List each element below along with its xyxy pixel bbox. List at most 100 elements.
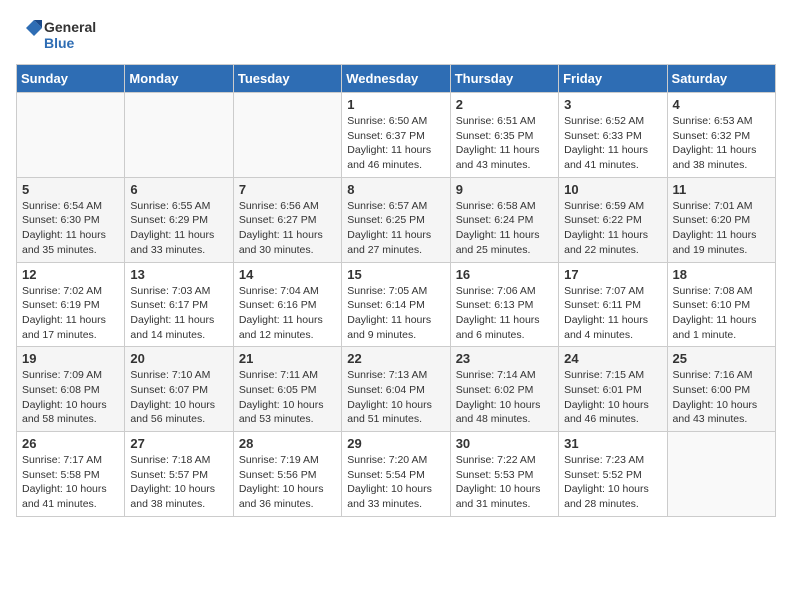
day-info: Sunrise: 7:14 AM Sunset: 6:02 PM Dayligh… <box>456 368 553 427</box>
day-number: 9 <box>456 182 553 197</box>
day-number: 26 <box>22 436 119 451</box>
day-info: Sunrise: 7:19 AM Sunset: 5:56 PM Dayligh… <box>239 453 336 512</box>
day-info: Sunrise: 6:54 AM Sunset: 6:30 PM Dayligh… <box>22 199 119 258</box>
day-info: Sunrise: 6:58 AM Sunset: 6:24 PM Dayligh… <box>456 199 553 258</box>
weekday-header: Wednesday <box>342 65 450 93</box>
calendar-table: SundayMondayTuesdayWednesdayThursdayFrid… <box>16 64 776 517</box>
day-number: 7 <box>239 182 336 197</box>
day-number: 5 <box>22 182 119 197</box>
calendar-cell: 28 Sunrise: 7:19 AM Sunset: 5:56 PM Dayli… <box>233 432 341 517</box>
calendar-cell: 11 Sunrise: 7:01 AM Sunset: 6:20 PM Dayli… <box>667 177 775 262</box>
day-number: 12 <box>22 267 119 282</box>
day-info: Sunrise: 6:55 AM Sunset: 6:29 PM Dayligh… <box>130 199 227 258</box>
calendar-cell <box>17 93 125 178</box>
day-number: 16 <box>456 267 553 282</box>
calendar-cell: 17 Sunrise: 7:07 AM Sunset: 6:11 PM Dayli… <box>559 262 667 347</box>
day-number: 11 <box>673 182 770 197</box>
day-info: Sunrise: 6:57 AM Sunset: 6:25 PM Dayligh… <box>347 199 444 258</box>
calendar-week-row: 19 Sunrise: 7:09 AM Sunset: 6:08 PM Dayli… <box>17 347 776 432</box>
svg-text:General: General <box>44 19 96 35</box>
day-info: Sunrise: 6:53 AM Sunset: 6:32 PM Dayligh… <box>673 114 770 173</box>
calendar-cell: 20 Sunrise: 7:10 AM Sunset: 6:07 PM Dayli… <box>125 347 233 432</box>
day-number: 21 <box>239 351 336 366</box>
day-number: 6 <box>130 182 227 197</box>
calendar-cell: 5 Sunrise: 6:54 AM Sunset: 6:30 PM Daylig… <box>17 177 125 262</box>
svg-text:Blue: Blue <box>44 35 75 51</box>
logo: General Blue <box>16 16 96 56</box>
day-info: Sunrise: 7:22 AM Sunset: 5:53 PM Dayligh… <box>456 453 553 512</box>
calendar-cell: 15Sunrise: 7:05 AM Sunset: 6:14 PM Dayli… <box>342 262 450 347</box>
calendar-body: 1 Sunrise: 6:50 AM Sunset: 6:37 PM Daylig… <box>17 93 776 517</box>
weekday-header: Saturday <box>667 65 775 93</box>
day-number: 22 <box>347 351 444 366</box>
calendar-week-row: 26 Sunrise: 7:17 AM Sunset: 5:58 PM Dayli… <box>17 432 776 517</box>
calendar-cell: 19 Sunrise: 7:09 AM Sunset: 6:08 PM Dayli… <box>17 347 125 432</box>
day-info: Sunrise: 7:11 AM Sunset: 6:05 PM Dayligh… <box>239 368 336 427</box>
calendar-cell <box>125 93 233 178</box>
day-number: 1 <box>347 97 444 112</box>
calendar-cell: 18 Sunrise: 7:08 AM Sunset: 6:10 PM Dayli… <box>667 262 775 347</box>
calendar-cell: 24 Sunrise: 7:15 AM Sunset: 6:01 PM Dayli… <box>559 347 667 432</box>
day-number: 28 <box>239 436 336 451</box>
day-info: Sunrise: 7:10 AM Sunset: 6:07 PM Dayligh… <box>130 368 227 427</box>
calendar-cell: 26 Sunrise: 7:17 AM Sunset: 5:58 PM Dayli… <box>17 432 125 517</box>
day-number: 2 <box>456 97 553 112</box>
calendar-cell: 16 Sunrise: 7:06 AM Sunset: 6:13 PM Dayli… <box>450 262 558 347</box>
day-number: 23 <box>456 351 553 366</box>
calendar-cell: 31Sunrise: 7:23 AM Sunset: 5:52 PM Dayli… <box>559 432 667 517</box>
day-info: Sunrise: 7:01 AM Sunset: 6:20 PM Dayligh… <box>673 199 770 258</box>
calendar-cell: 21 Sunrise: 7:11 AM Sunset: 6:05 PM Dayli… <box>233 347 341 432</box>
logo-svg: General Blue <box>16 16 96 56</box>
weekday-header: Thursday <box>450 65 558 93</box>
day-info: Sunrise: 7:08 AM Sunset: 6:10 PM Dayligh… <box>673 284 770 343</box>
weekday-header: Friday <box>559 65 667 93</box>
day-info: Sunrise: 6:51 AM Sunset: 6:35 PM Dayligh… <box>456 114 553 173</box>
calendar-cell: 6 Sunrise: 6:55 AM Sunset: 6:29 PM Daylig… <box>125 177 233 262</box>
day-info: Sunrise: 6:52 AM Sunset: 6:33 PM Dayligh… <box>564 114 661 173</box>
day-info: Sunrise: 6:50 AM Sunset: 6:37 PM Dayligh… <box>347 114 444 173</box>
day-info: Sunrise: 6:59 AM Sunset: 6:22 PM Dayligh… <box>564 199 661 258</box>
page-header: General Blue <box>16 16 776 56</box>
day-info: Sunrise: 7:13 AM Sunset: 6:04 PM Dayligh… <box>347 368 444 427</box>
day-number: 10 <box>564 182 661 197</box>
day-number: 13 <box>130 267 227 282</box>
day-number: 30 <box>456 436 553 451</box>
day-number: 8 <box>347 182 444 197</box>
weekday-header: Tuesday <box>233 65 341 93</box>
day-number: 17 <box>564 267 661 282</box>
day-info: Sunrise: 7:06 AM Sunset: 6:13 PM Dayligh… <box>456 284 553 343</box>
day-info: Sunrise: 7:02 AM Sunset: 6:19 PM Dayligh… <box>22 284 119 343</box>
day-number: 24 <box>564 351 661 366</box>
day-info: Sunrise: 7:07 AM Sunset: 6:11 PM Dayligh… <box>564 284 661 343</box>
day-info: Sunrise: 6:56 AM Sunset: 6:27 PM Dayligh… <box>239 199 336 258</box>
calendar-week-row: 12 Sunrise: 7:02 AM Sunset: 6:19 PM Dayli… <box>17 262 776 347</box>
day-number: 19 <box>22 351 119 366</box>
calendar-cell: 4 Sunrise: 6:53 AM Sunset: 6:32 PM Daylig… <box>667 93 775 178</box>
day-info: Sunrise: 7:18 AM Sunset: 5:57 PM Dayligh… <box>130 453 227 512</box>
calendar-cell: 10 Sunrise: 6:59 AM Sunset: 6:22 PM Dayli… <box>559 177 667 262</box>
calendar-cell: 9 Sunrise: 6:58 AM Sunset: 6:24 PM Daylig… <box>450 177 558 262</box>
day-info: Sunrise: 7:03 AM Sunset: 6:17 PM Dayligh… <box>130 284 227 343</box>
day-number: 14 <box>239 267 336 282</box>
calendar-cell: 25 Sunrise: 7:16 AM Sunset: 6:00 PM Dayli… <box>667 347 775 432</box>
calendar-cell: 1 Sunrise: 6:50 AM Sunset: 6:37 PM Daylig… <box>342 93 450 178</box>
calendar-cell: 29Sunrise: 7:20 AM Sunset: 5:54 PM Dayli… <box>342 432 450 517</box>
day-number: 4 <box>673 97 770 112</box>
day-number: 20 <box>130 351 227 366</box>
day-info: Sunrise: 7:20 AM Sunset: 5:54 PM Dayligh… <box>347 453 444 512</box>
day-info: Sunrise: 7:15 AM Sunset: 6:01 PM Dayligh… <box>564 368 661 427</box>
weekday-header: Sunday <box>17 65 125 93</box>
calendar-cell: 30 Sunrise: 7:22 AM Sunset: 5:53 PM Dayli… <box>450 432 558 517</box>
calendar-cell <box>667 432 775 517</box>
calendar-cell: 7 Sunrise: 6:56 AM Sunset: 6:27 PM Daylig… <box>233 177 341 262</box>
calendar-week-row: 5 Sunrise: 6:54 AM Sunset: 6:30 PM Daylig… <box>17 177 776 262</box>
day-info: Sunrise: 7:09 AM Sunset: 6:08 PM Dayligh… <box>22 368 119 427</box>
calendar-cell: 27Sunrise: 7:18 AM Sunset: 5:57 PM Dayli… <box>125 432 233 517</box>
day-info: Sunrise: 7:16 AM Sunset: 6:00 PM Dayligh… <box>673 368 770 427</box>
day-number: 18 <box>673 267 770 282</box>
calendar-cell: 12 Sunrise: 7:02 AM Sunset: 6:19 PM Dayli… <box>17 262 125 347</box>
calendar-cell: 8 Sunrise: 6:57 AM Sunset: 6:25 PM Daylig… <box>342 177 450 262</box>
day-number: 25 <box>673 351 770 366</box>
day-info: Sunrise: 7:17 AM Sunset: 5:58 PM Dayligh… <box>22 453 119 512</box>
day-info: Sunrise: 7:05 AM Sunset: 6:14 PM Dayligh… <box>347 284 444 343</box>
